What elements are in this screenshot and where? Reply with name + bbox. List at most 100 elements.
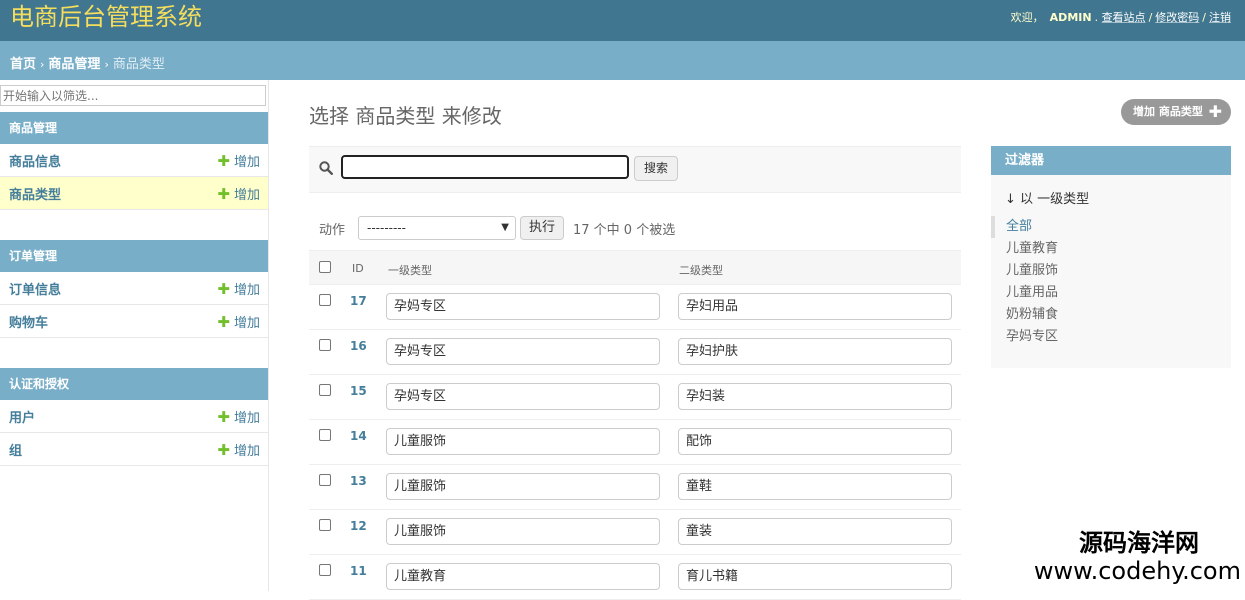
column-header-primary[interactable]: 一级类型 <box>388 262 432 278</box>
filter-option[interactable]: 奶粉辅食 <box>991 304 1231 326</box>
add-product-type-button[interactable]: 增加 商品类型 ✚ <box>1121 99 1231 125</box>
primary-type-field[interactable]: 孕妈专区 <box>386 383 660 410</box>
sidebar-item-label[interactable]: 商品信息 <box>9 151 61 170</box>
separator: / <box>1202 11 1206 24</box>
sidebar-item-label[interactable]: 用户 <box>9 407 35 426</box>
change-password-link[interactable]: 修改密码 <box>1155 11 1199 24</box>
search-input[interactable] <box>341 155 629 179</box>
nav-filter-input[interactable] <box>0 85 266 106</box>
primary-type-field[interactable]: 孕妈专区 <box>386 293 660 320</box>
secondary-type-field[interactable]: 童装 <box>678 518 952 545</box>
column-header-secondary[interactable]: 二级类型 <box>679 262 723 278</box>
row-id-link[interactable]: 13 <box>350 474 367 488</box>
filter-option[interactable]: 儿童服饰 <box>991 260 1231 282</box>
row-id-link[interactable]: 15 <box>350 384 367 398</box>
breadcrumb-home[interactable]: 首页 <box>10 57 36 72</box>
primary-type-field[interactable]: 儿童服饰 <box>386 473 660 500</box>
secondary-type-field[interactable]: 孕妇装 <box>678 383 952 410</box>
filter-options: 全部 儿童教育 儿童服饰 儿童用品 奶粉辅食 孕妈专区 <box>991 216 1231 348</box>
separator: / <box>1148 11 1153 24</box>
result-list: ID 一级类型 二级类型 17 孕妈专区 孕妇用品 16 孕妈专区 孕妇护肤 1… <box>309 250 961 600</box>
filter-panel: 过滤器 ↓ 以 一级类型 全部 儿童教育 儿童服饰 儿童用品 奶粉辅食 孕妈专区 <box>991 146 1231 368</box>
sidebar-item-order-info: 订单信息 ✚ 增加 <box>0 272 268 305</box>
row-checkbox[interactable] <box>319 429 331 441</box>
logout-link[interactable]: 注销 <box>1209 11 1231 24</box>
add-link[interactable]: ✚ 增加 <box>217 407 260 426</box>
watermark: 源码海洋网 www.codehy.com <box>1034 529 1241 585</box>
sidebar-item-groups: 组 ✚ 增加 <box>0 433 268 466</box>
primary-type-field[interactable]: 儿童服饰 <box>386 518 660 545</box>
watermark-url: www.codehy.com <box>1033 557 1241 585</box>
row-id-link[interactable]: 11 <box>350 564 367 578</box>
secondary-type-field[interactable]: 育儿书籍 <box>678 563 952 590</box>
plus-icon: ✚ <box>217 313 230 331</box>
plus-icon: ✚ <box>217 280 230 298</box>
add-link[interactable]: ✚ 增加 <box>217 279 260 298</box>
row-checkbox[interactable] <box>319 294 331 306</box>
watermark-name: 源码海洋网 <box>1079 529 1199 557</box>
secondary-type-field[interactable]: 配饰 <box>678 428 952 455</box>
primary-type-field[interactable]: 儿童教育 <box>386 563 660 590</box>
breadcrumb-bar: 首页 › 商品管理 › 商品类型 <box>0 41 1245 80</box>
plus-icon: ✚ <box>217 152 230 170</box>
secondary-type-field[interactable]: 孕妇护肤 <box>678 338 952 365</box>
breadcrumb-app[interactable]: 商品管理 <box>48 57 100 72</box>
row-checkbox[interactable] <box>319 519 331 531</box>
site-brand[interactable]: 电商后台管理系统 <box>10 2 202 32</box>
secondary-type-field[interactable]: 孕妇用品 <box>678 293 952 320</box>
breadcrumb-arrow: › <box>104 58 109 71</box>
row-checkbox[interactable] <box>319 564 331 576</box>
sidebar-item-label[interactable]: 组 <box>9 440 22 459</box>
row-id-link[interactable]: 14 <box>350 429 367 443</box>
add-link[interactable]: ✚ 增加 <box>217 440 260 459</box>
add-label: 增加 <box>233 188 260 203</box>
module-auth: 认证和授权 用户 ✚ 增加 组 ✚ 增加 <box>0 368 268 466</box>
sidebar-item-label[interactable]: 购物车 <box>9 312 48 331</box>
plus-icon: ✚ <box>1208 102 1222 121</box>
sidebar-item-product-type: 商品类型 ✚ 增加 <box>0 177 268 210</box>
search-button[interactable]: 搜索 <box>634 156 678 181</box>
module-caption[interactable]: 订单管理 <box>0 240 268 272</box>
action-selected-value: --------- <box>367 221 406 235</box>
filter-option[interactable]: 儿童教育 <box>991 238 1231 260</box>
select-all-checkbox[interactable] <box>319 261 331 273</box>
module-products: 商品管理 商品信息 ✚ 增加 商品类型 ✚ 增加 <box>0 112 268 210</box>
filter-option[interactable]: 孕妈专区 <box>991 326 1231 348</box>
secondary-type-field[interactable]: 童鞋 <box>678 473 952 500</box>
add-label: 增加 <box>233 444 260 459</box>
sidebar-item-cart: 购物车 ✚ 增加 <box>0 305 268 338</box>
add-link[interactable]: ✚ 增加 <box>217 312 260 331</box>
add-link[interactable]: ✚ 增加 <box>217 184 260 203</box>
site-header: 电商后台管理系统 欢迎， ADMIN. 查看站点 / 修改密码 / 注销 <box>0 0 1245 41</box>
row-id-link[interactable]: 17 <box>350 294 367 308</box>
breadcrumb-arrow: › <box>40 58 45 71</box>
action-select[interactable]: --------- ▼ <box>358 216 516 240</box>
row-checkbox[interactable] <box>319 339 331 351</box>
row-id-link[interactable]: 12 <box>350 519 367 533</box>
sidebar-item-label[interactable]: 商品类型 <box>9 184 61 203</box>
module-caption[interactable]: 商品管理 <box>0 112 268 144</box>
primary-type-field[interactable]: 儿童服饰 <box>386 428 660 455</box>
row-checkbox[interactable] <box>319 384 331 396</box>
module-caption[interactable]: 认证和授权 <box>0 368 268 400</box>
row-id-link[interactable]: 16 <box>350 339 367 353</box>
filter-option-all[interactable]: 全部 <box>991 216 1231 238</box>
table-row: 17 孕妈专区 孕妇用品 <box>309 285 961 330</box>
add-label: 增加 <box>233 155 260 170</box>
add-link[interactable]: ✚ 增加 <box>217 151 260 170</box>
module-orders: 订单管理 订单信息 ✚ 增加 购物车 ✚ 增加 <box>0 240 268 338</box>
column-header-id[interactable]: ID <box>352 262 364 275</box>
plus-icon: ✚ <box>217 441 230 459</box>
view-site-link[interactable]: 查看站点 <box>1102 11 1146 24</box>
table-row: 11 儿童教育 育儿书籍 <box>309 555 961 600</box>
breadcrumb: 首页 › 商品管理 › 商品类型 <box>10 53 165 72</box>
filter-option[interactable]: 儿童用品 <box>991 282 1231 304</box>
add-label: 增加 <box>233 411 260 426</box>
run-action-button[interactable]: 执行 <box>520 216 564 240</box>
sidebar-item-label[interactable]: 订单信息 <box>9 279 61 298</box>
row-checkbox[interactable] <box>319 474 331 486</box>
primary-type-field[interactable]: 孕妈专区 <box>386 338 660 365</box>
table-row: 12 儿童服饰 童装 <box>309 510 961 555</box>
action-label: 动作 <box>319 223 346 238</box>
plus-icon: ✚ <box>217 408 230 426</box>
